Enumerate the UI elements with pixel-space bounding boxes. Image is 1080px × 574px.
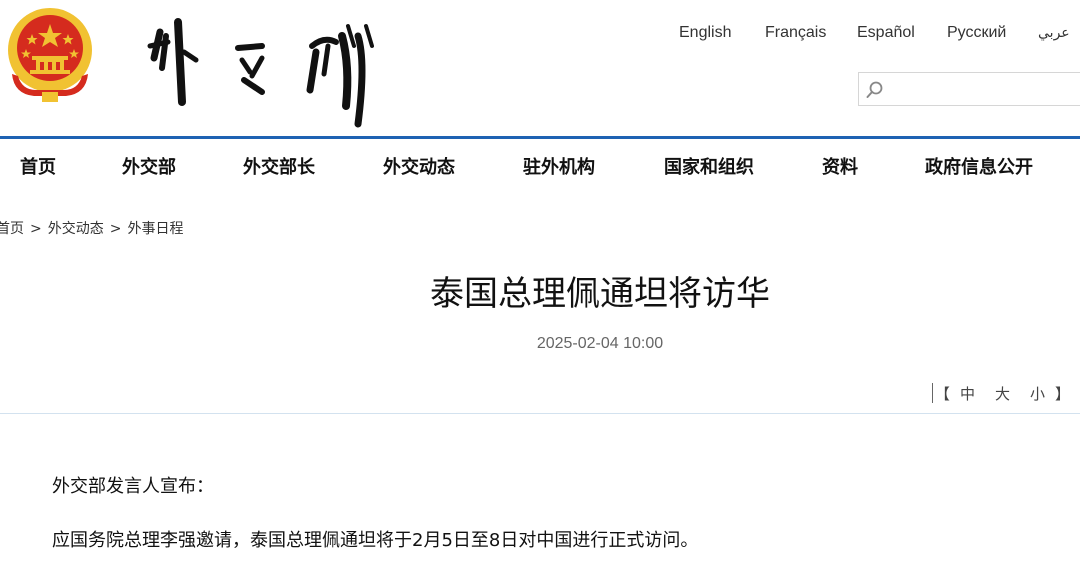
breadcrumb-separator: > bbox=[109, 221, 122, 237]
article-paragraph: 应国务院总理李强邀请，泰国总理佩通坦将于2月5日至8日对中国进行正式访问。 bbox=[52, 530, 699, 551]
font-size-medium-button[interactable]: 中 bbox=[950, 385, 985, 403]
breadcrumb-separator: > bbox=[30, 221, 42, 237]
lang-english-link[interactable]: English bbox=[679, 24, 731, 42]
language-bar: English Français Español Русский عربي bbox=[0, 24, 1080, 44]
search-icon[interactable] bbox=[865, 80, 885, 100]
nav-item-diplomatic-news[interactable]: 外交动态 bbox=[383, 153, 455, 179]
search-box bbox=[858, 72, 1080, 106]
breadcrumb-schedule-link[interactable]: 外事日程 bbox=[127, 221, 183, 237]
nav-item-resources[interactable]: 资料 bbox=[822, 153, 858, 179]
main-nav: 首页 外交部 外交部长 外交动态 驻外机构 国家和组织 资料 政府信息公开 bbox=[0, 139, 1080, 195]
nav-item-countries-organizations[interactable]: 国家和组织 bbox=[664, 153, 754, 179]
font-size-bracket-open: 【 bbox=[934, 385, 950, 403]
article-date: 2025-02-04 10:00 bbox=[536, 335, 664, 352]
national-emblem-logo[interactable] bbox=[4, 4, 96, 104]
nav-item-missions-abroad[interactable]: 驻外机构 bbox=[523, 153, 595, 179]
lang-spanish-link[interactable]: Español bbox=[857, 24, 915, 42]
search-input[interactable] bbox=[889, 77, 1080, 103]
font-size-controls: 【中大小】 bbox=[931, 383, 1070, 403]
font-size-bracket-close: 】 bbox=[1054, 385, 1070, 403]
article-title: 泰国总理佩通坦将访华 bbox=[430, 274, 770, 314]
article-divider bbox=[0, 413, 1080, 414]
lang-french-link[interactable]: Français bbox=[765, 24, 826, 42]
lang-arabic-link[interactable]: عربي bbox=[1038, 24, 1070, 41]
lang-russian-link[interactable]: Русский bbox=[947, 24, 1006, 42]
nav-item-ministry[interactable]: 外交部 bbox=[122, 153, 176, 179]
font-size-large-button[interactable]: 大 bbox=[985, 385, 1020, 403]
page: English Français Español Русский عربي 首页… bbox=[0, 0, 1080, 574]
breadcrumb-diplomatic-news-link[interactable]: 外交动态 bbox=[48, 221, 104, 237]
site-header: English Français Español Русский عربي bbox=[0, 0, 1080, 136]
breadcrumb: 首页 > 外交动态 > 外事日程 bbox=[0, 218, 183, 238]
nav-item-minister[interactable]: 外交部长 bbox=[243, 153, 315, 179]
article-paragraph: 外交部发言人宣布： bbox=[52, 476, 214, 497]
nav-item-home[interactable]: 首页 bbox=[20, 153, 56, 179]
font-size-small-button[interactable]: 小 bbox=[1020, 385, 1055, 403]
breadcrumb-home-link[interactable]: 首页 bbox=[0, 221, 24, 237]
nav-item-gov-info-disclosure[interactable]: 政府信息公开 bbox=[925, 153, 1033, 179]
